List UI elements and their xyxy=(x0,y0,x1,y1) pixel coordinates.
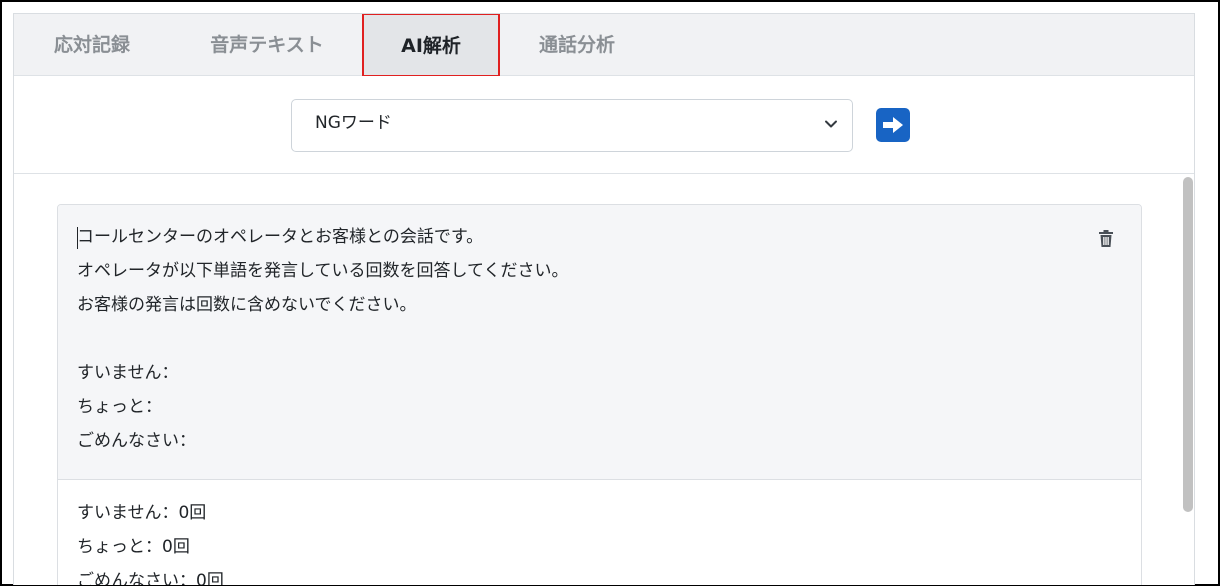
prompt-template-select[interactable]: NGワード xyxy=(291,99,853,152)
prompt-template-value: NGワード xyxy=(315,113,392,133)
tab-voice-text[interactable]: 音声テキスト xyxy=(192,14,342,76)
prompt-line: オペレータが以下単語を発言している回数を回答してください。 xyxy=(77,261,569,281)
prompt-card: コールセンターのオペレータとお客様との会話です。 オペレータが以下単語を発言して… xyxy=(57,204,1142,585)
result-line: すいません：0回 xyxy=(77,503,207,523)
result-line: ごめんなさい：0回 xyxy=(77,571,224,585)
tab-response-record[interactable]: 応対記録 xyxy=(36,14,148,76)
prompt-line: お客様の発言は回数に含めないでください。 xyxy=(77,295,417,315)
run-button[interactable] xyxy=(876,108,910,142)
tab-ai-analysis[interactable]: AI解析 xyxy=(362,14,500,77)
prompt-line: コールセンターのオペレータとお客様との会話です。 xyxy=(77,227,484,247)
prompt-line: ごめんなさい： xyxy=(77,431,196,451)
prompt-selector-row: NGワード xyxy=(14,76,1194,174)
prompt-text: コールセンターのオペレータとお客様との会話です。 オペレータが以下単語を発言して… xyxy=(77,220,568,458)
result-line: ちょっと：0回 xyxy=(77,537,190,557)
chevron-down-icon xyxy=(825,120,837,128)
result-text: すいません：0回 ちょっと：0回 ごめんなさい：0回 xyxy=(77,496,224,585)
trash-icon[interactable] xyxy=(1099,230,1113,247)
tab-call-analysis[interactable]: 通話分析 xyxy=(522,14,632,76)
analysis-content: コールセンターのオペレータとお客様との会話です。 オペレータが以下単語を発言して… xyxy=(14,174,1194,585)
tab-bar: 応対記録 音声テキスト AI解析 通話分析 xyxy=(14,14,1194,77)
analysis-result: すいません：0回 ちょっと：0回 ごめんなさい：0回 xyxy=(58,481,1141,585)
arrow-right-icon xyxy=(883,117,903,133)
scrollbar-thumb[interactable] xyxy=(1183,177,1193,512)
ai-analysis-panel: 応対記録 音声テキスト AI解析 通話分析 NGワード コールセンターのオペレー… xyxy=(13,13,1195,585)
prompt-line: すいません： xyxy=(77,363,179,383)
prompt-editor[interactable]: コールセンターのオペレータとお客様との会話です。 オペレータが以下単語を発言して… xyxy=(58,205,1141,480)
prompt-line: ちょっと： xyxy=(77,397,162,417)
